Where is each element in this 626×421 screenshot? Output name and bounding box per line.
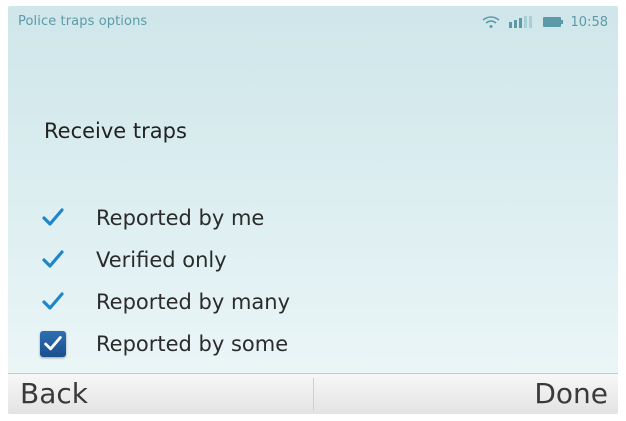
status-bar: Police traps options 10:58 xyxy=(8,6,618,38)
done-button[interactable]: Done xyxy=(534,378,608,410)
checkbox-checked-icon[interactable] xyxy=(40,331,66,357)
status-time: 10:58 xyxy=(570,14,608,30)
checkmark-icon[interactable] xyxy=(40,247,66,273)
option-reported-by-some[interactable]: Reported by some xyxy=(38,323,458,365)
device-frame: Police traps options 10:58 Receive traps… xyxy=(0,0,626,421)
status-title: Police traps options xyxy=(18,14,148,29)
softkey-bar: Back Done xyxy=(8,373,618,414)
option-label: Verified only xyxy=(96,248,227,272)
section-title: Receive traps xyxy=(44,119,187,143)
wifi-icon xyxy=(482,16,499,28)
option-reported-by-me[interactable]: Reported by me xyxy=(38,197,458,239)
back-button[interactable]: Back xyxy=(20,378,88,410)
checkmark-icon[interactable] xyxy=(40,289,66,315)
option-reported-by-many[interactable]: Reported by many xyxy=(38,281,458,323)
battery-icon xyxy=(542,17,563,27)
status-icons: 10:58 xyxy=(481,13,608,31)
options-list: Reported by me Verified only Reported by… xyxy=(38,197,458,365)
checkmark-icon[interactable] xyxy=(40,205,66,231)
option-label: Reported by many xyxy=(96,290,291,314)
screen: Police traps options 10:58 Receive traps… xyxy=(8,6,618,414)
signal-icon xyxy=(508,16,532,28)
softkey-divider xyxy=(313,378,314,410)
option-label: Reported by some xyxy=(96,332,289,356)
option-verified-only[interactable]: Verified only xyxy=(38,239,458,281)
option-label: Reported by me xyxy=(96,206,265,230)
